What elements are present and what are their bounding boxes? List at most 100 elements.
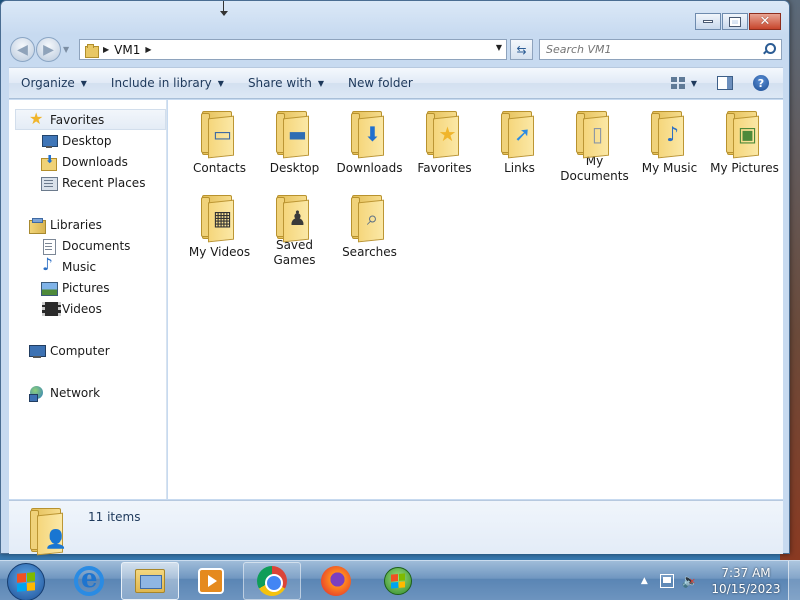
change-view-icon[interactable]	[670, 77, 685, 89]
address-history-dropdown[interactable]: ▼	[496, 43, 502, 52]
nav-downloads[interactable]: Downloads	[9, 151, 166, 172]
folder-item[interactable]: ♪ My Music	[632, 106, 707, 184]
nav-recent-places[interactable]: Recent Places	[9, 172, 166, 193]
action-center-flag-icon[interactable]	[659, 574, 674, 588]
folder-label: My Videos	[188, 245, 251, 259]
star-folder-icon: ★	[423, 109, 467, 159]
taskbar-chrome[interactable]	[243, 562, 301, 600]
folder-item[interactable]: ➚ Links	[482, 106, 557, 184]
taskbar-media-player[interactable]	[182, 562, 240, 600]
folder-item[interactable]: ★ Favorites	[407, 106, 482, 184]
close-button[interactable]: ✕	[749, 13, 781, 30]
refresh-button[interactable]: ⇆	[510, 39, 533, 60]
back-button[interactable]: ◀	[10, 37, 35, 62]
folder-item[interactable]: ♟ Saved Games	[257, 190, 332, 268]
resize-cursor-icon	[220, 1, 228, 19]
nav-libraries-label: Libraries	[50, 217, 102, 232]
taskbar-internet-explorer[interactable]	[60, 562, 118, 600]
breadcrumb-vm1[interactable]: VM1	[114, 43, 140, 57]
nav-libraries[interactable]: Libraries	[9, 214, 166, 235]
nav-pictures[interactable]: Pictures	[9, 277, 166, 298]
nav-network[interactable]: Network	[9, 382, 166, 403]
organize-menu[interactable]: Organize ▼	[9, 68, 99, 98]
view-options-dropdown[interactable]: ▼	[691, 79, 697, 88]
folder-item[interactable]: ▦ My Videos	[182, 190, 257, 268]
share-with-menu[interactable]: Share with ▼	[236, 68, 336, 98]
taskbar-firefox[interactable]	[307, 562, 365, 600]
folder-item[interactable]: ⬇ Downloads	[332, 106, 407, 184]
windows-orb-icon	[384, 567, 412, 595]
maximize-button[interactable]	[722, 13, 748, 30]
nav-desktop[interactable]: Desktop	[9, 130, 166, 151]
volume-muted-icon[interactable]: 🔈	[682, 574, 698, 589]
help-icon[interactable]: ?	[753, 75, 769, 91]
internet-explorer-icon	[74, 564, 104, 596]
clock-date: 10/15/2023	[711, 582, 781, 596]
folder-label: My Music	[641, 161, 698, 175]
folder-item[interactable]: ▣ My Pictures	[707, 106, 782, 184]
media-player-icon	[198, 568, 224, 594]
close-icon: ✕	[759, 14, 771, 29]
nav-pictures-label: Pictures	[62, 280, 110, 295]
nav-documents[interactable]: Documents	[9, 235, 166, 256]
breadcrumb-chevron-icon[interactable]: ▶	[145, 45, 151, 54]
title-bar[interactable]: ✕	[1, 1, 789, 35]
organize-label: Organize	[21, 76, 75, 90]
search-box[interactable]	[539, 39, 782, 60]
pictures-icon	[41, 280, 58, 296]
folder-item[interactable]: ▬ Desktop	[257, 106, 332, 184]
user-folder-icon: 👤	[27, 506, 71, 556]
show-hidden-icons-icon[interactable]: ▲	[641, 576, 648, 586]
breadcrumb-chevron-icon[interactable]: ▶	[103, 45, 109, 54]
folder-item[interactable]: ⌕ Searches	[332, 190, 407, 268]
nav-recent-places-label: Recent Places	[62, 175, 146, 190]
preview-pane-icon[interactable]	[717, 76, 733, 90]
address-bar[interactable]: ▶ VM1 ▶ ▼	[79, 39, 507, 60]
new-folder-button[interactable]: New folder	[336, 68, 425, 98]
recent-pages-dropdown[interactable]: ▼	[63, 45, 73, 54]
start-button[interactable]	[7, 563, 45, 600]
details-pane: 👤 11 items	[9, 500, 783, 556]
navigation-pane: Favorites Desktop Downloads Recent Place…	[9, 100, 167, 499]
folder-label: My Pictures	[710, 161, 779, 175]
firefox-icon	[321, 566, 351, 596]
forward-button[interactable]: ▶	[36, 37, 61, 62]
document-folder-icon: ▯	[573, 109, 617, 159]
chess-piece-folder-icon: ♟	[273, 193, 317, 243]
taskbar-windows[interactable]	[369, 562, 427, 600]
chrome-icon	[257, 566, 287, 596]
share-with-label: Share with	[247, 76, 312, 90]
file-list[interactable]: ▭ Contacts ▬ Desktop ⬇ Downloads ★ Favorites ➚ Li…	[168, 100, 783, 499]
minimize-icon	[703, 20, 713, 23]
folder-label: Downloads	[336, 161, 403, 175]
search-icon[interactable]	[763, 43, 776, 55]
taskbar-windows-explorer[interactable]	[121, 562, 179, 600]
folder-label: Searches	[342, 245, 397, 259]
folder-item[interactable]: ▯ My Documents	[557, 106, 632, 184]
clock-time: 7:37 AM	[721, 566, 771, 580]
include-in-library-menu[interactable]: Include in library ▼	[99, 68, 236, 98]
folder-label: My Documents	[560, 154, 629, 183]
nav-videos[interactable]: Videos	[9, 298, 166, 319]
view-controls: ▼ ?	[670, 68, 783, 98]
music-icon	[41, 255, 57, 275]
folder-item[interactable]: ▭ Contacts	[182, 106, 257, 184]
include-in-library-label: Include in library	[110, 76, 212, 90]
nav-music[interactable]: Music	[9, 255, 166, 277]
search-input[interactable]	[546, 43, 746, 56]
clock[interactable]: 7:37 AM 10/15/2023	[706, 565, 786, 597]
nav-videos-label: Videos	[62, 301, 102, 316]
nav-favorites[interactable]: Favorites	[15, 109, 166, 130]
refresh-icon: ⇆	[516, 42, 527, 57]
minimize-button[interactable]	[695, 13, 721, 30]
desktop-folder-icon: ▬	[273, 109, 317, 159]
folder-grid: ▭ Contacts ▬ Desktop ⬇ Downloads ★ Favorites ➚ Li…	[182, 106, 782, 268]
windows-logo-icon	[17, 572, 35, 592]
show-desktop-button[interactable]	[788, 561, 800, 600]
nav-favorites-label: Favorites	[50, 112, 105, 127]
nav-computer[interactable]: Computer	[9, 340, 166, 361]
system-tray: ▲ 🔈 7:37 AM 10/15/2023	[641, 561, 800, 600]
recent-places-icon	[41, 175, 58, 191]
